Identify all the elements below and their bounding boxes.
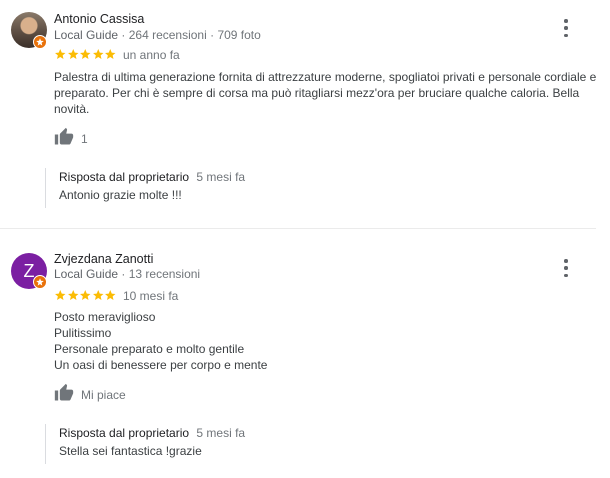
owner-reply-date: 5 mesi fa: [196, 170, 246, 184]
more-options-button[interactable]: [559, 259, 573, 277]
star-icon: [67, 290, 78, 301]
star-icon: [92, 290, 103, 301]
more-vert-icon: [564, 19, 568, 23]
local-guide-label: Local Guide: [54, 28, 119, 42]
star-icon: [105, 290, 116, 301]
like-label[interactable]: Mi piace: [81, 388, 126, 402]
owner-reply-date: 5 mesi fa: [196, 426, 246, 440]
review-count-stats: · 264 recensioni · 709 foto: [121, 28, 261, 42]
review-count-stats: · 13 recensioni: [121, 267, 201, 281]
local-guide-label: Local Guide: [54, 267, 119, 281]
like-button[interactable]: [54, 383, 74, 403]
owner-reply: Risposta dal proprietario 5 mesi fa Anto…: [45, 168, 579, 208]
local-guide-badge-icon: [33, 275, 47, 289]
owner-reply-label: Risposta dal proprietario: [59, 170, 190, 184]
thumb-up-icon: [54, 127, 74, 145]
owner-reply-header: Risposta dal proprietario 5 mesi fa: [59, 170, 579, 184]
like-count: 1: [81, 132, 88, 146]
star-icon: [80, 290, 91, 301]
reviewer-name[interactable]: Zvjezdana Zanotti: [54, 252, 153, 266]
review-text-line: Posto meraviglioso: [54, 310, 156, 324]
review-card: Z Zvjezdana Zanotti Local Guide · 13 rec…: [0, 229, 610, 478]
reviewer-name[interactable]: Antonio Cassisa: [54, 12, 144, 26]
review-text-line: novità.: [54, 102, 90, 116]
owner-reply-header: Risposta dal proprietario 5 mesi fa: [59, 426, 579, 440]
review-text-line: Pulitissimo: [54, 326, 112, 340]
owner-reply: Risposta dal proprietario 5 mesi fa Stel…: [45, 424, 579, 464]
review-date: 10 mesi fa: [123, 289, 179, 303]
star-icon: [55, 49, 66, 60]
like-button[interactable]: [54, 127, 74, 147]
more-options-button[interactable]: [559, 19, 573, 37]
review-text-line: preparato. Per chi è sempre di corsa ma …: [54, 86, 580, 100]
owner-reply-text: Antonio grazie molte !!!: [59, 188, 182, 202]
star-rating: [54, 289, 117, 302]
star-icon: [55, 290, 66, 301]
reviewer-stats[interactable]: Local Guide · 13 recensioni: [54, 267, 200, 281]
owner-reply-text: Stella sei fantastica !grazie: [59, 444, 202, 458]
reviewer-stats[interactable]: Local Guide · 264 recensioni · 709 foto: [54, 28, 261, 42]
star-icon: [80, 49, 91, 60]
thumb-up-icon: [54, 383, 74, 401]
review-card: Antonio Cassisa Local Guide · 264 recens…: [0, 0, 610, 228]
more-vert-icon: [564, 259, 568, 263]
star-icon: [67, 49, 78, 60]
local-guide-badge-icon: [33, 35, 47, 49]
review-text-line: Un oasi di benessere per corpo e mente: [54, 358, 268, 372]
owner-reply-label: Risposta dal proprietario: [59, 426, 190, 440]
review-text: Palestra di ultima generazione fornita d…: [54, 69, 597, 117]
review-text-line: Palestra di ultima generazione fornita d…: [54, 70, 597, 84]
star-rating: [54, 48, 117, 61]
review-text-line: Personale preparato e molto gentile: [54, 342, 245, 356]
star-icon: [105, 49, 116, 60]
review-text: Posto meraviglioso Pulitissimo Personale…: [54, 309, 594, 373]
star-icon: [92, 49, 103, 60]
review-date: un anno fa: [123, 48, 180, 62]
